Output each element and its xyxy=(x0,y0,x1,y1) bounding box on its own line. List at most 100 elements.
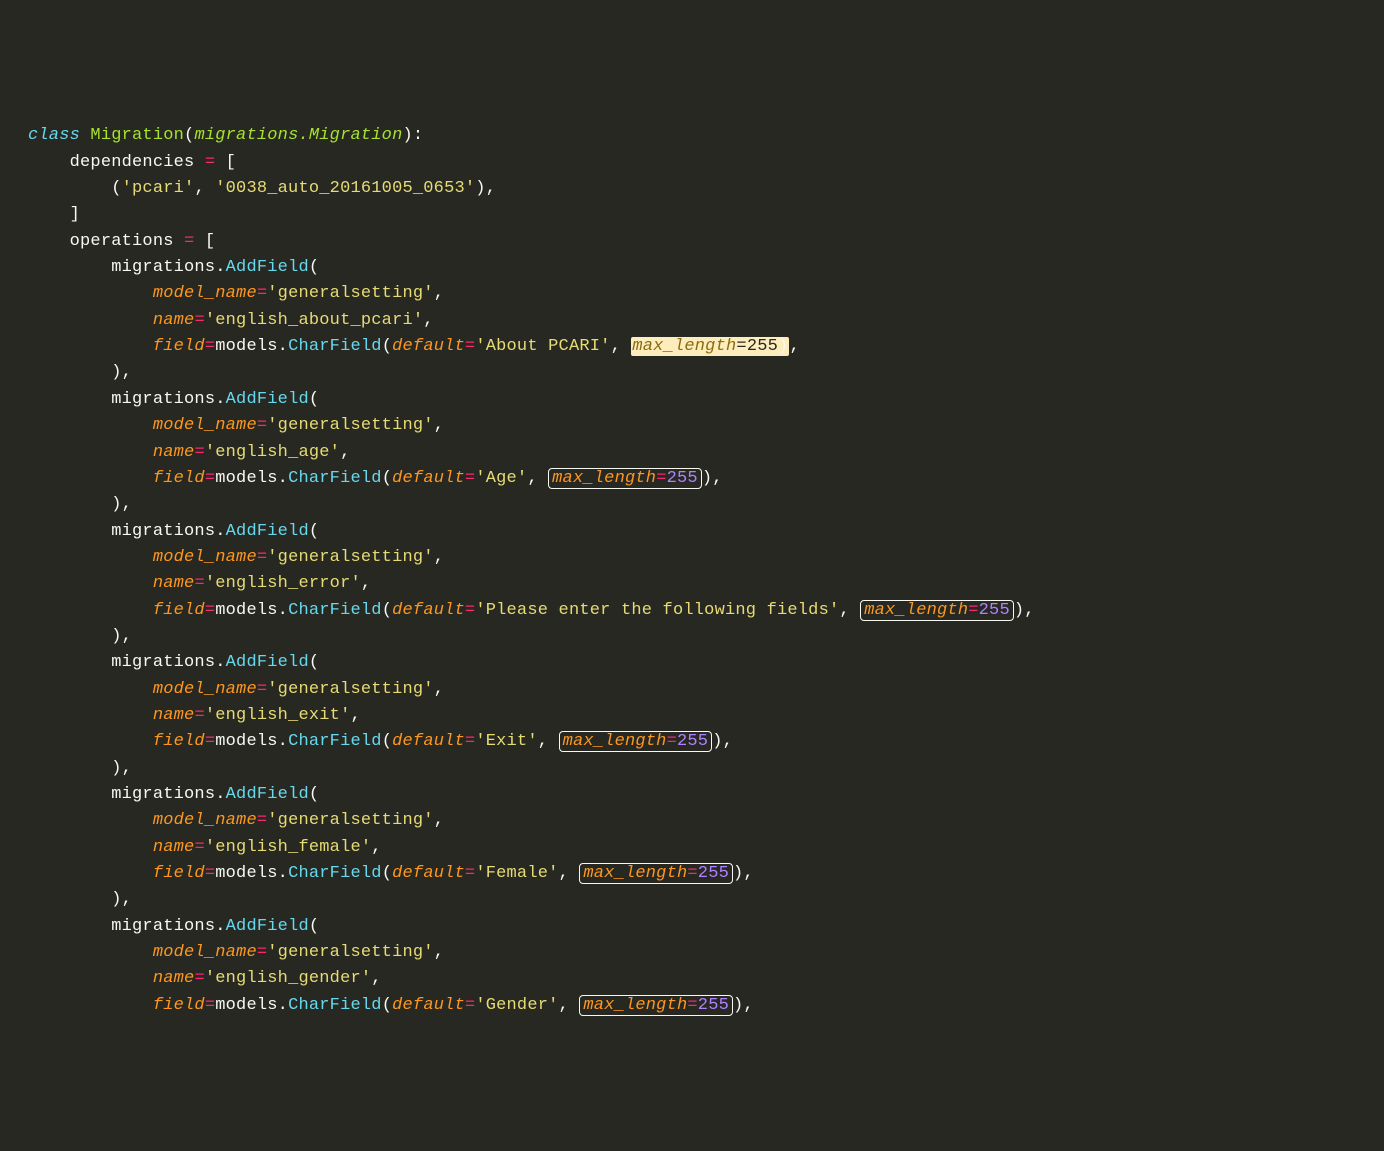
code-line: migrations.AddField( xyxy=(28,914,1384,940)
code-line: migrations.AddField( xyxy=(28,650,1384,676)
models-mod: models xyxy=(215,337,277,356)
code-line: field=models.CharField(default='Exit', m… xyxy=(28,729,1384,755)
code-line: migrations.AddField( xyxy=(28,782,1384,808)
kwarg-default: default xyxy=(392,996,465,1015)
kwarg-model-name: model_name xyxy=(153,284,257,303)
model-name-value: 'generalsetting' xyxy=(267,416,433,435)
field-name-value: 'english_gender' xyxy=(205,969,371,988)
base-class: migrations.Migration xyxy=(194,126,402,145)
code-line: model_name='generalsetting', xyxy=(28,413,1384,439)
code-line: field=models.CharField(default='Please e… xyxy=(28,598,1384,624)
keyword-class: class xyxy=(28,126,80,145)
code-line: model_name='generalsetting', xyxy=(28,281,1384,307)
code-line: name='english_exit', xyxy=(28,703,1384,729)
code-line: ), xyxy=(28,360,1384,386)
models-mod: models xyxy=(215,996,277,1015)
max-length-value: 255 xyxy=(667,469,698,488)
max-length-highlight: max_length=255 xyxy=(579,995,733,1016)
code-line: ), xyxy=(28,756,1384,782)
kwarg-max-length: max_length xyxy=(632,337,736,356)
code-line: ), xyxy=(28,492,1384,518)
addfield-call: AddField xyxy=(226,258,309,277)
kwarg-name: name xyxy=(153,706,195,725)
model-name-value: 'generalsetting' xyxy=(267,811,433,830)
kwarg-default: default xyxy=(392,864,465,883)
dependency-app: 'pcari' xyxy=(122,179,195,198)
max-length-highlight: max_length=255 xyxy=(579,863,733,884)
field-name-value: 'english_age' xyxy=(205,443,340,462)
models-mod: models xyxy=(215,469,277,488)
code-line: name='english_gender', xyxy=(28,966,1384,992)
kwarg-field: field xyxy=(153,996,205,1015)
field-name-value: 'english_exit' xyxy=(205,706,351,725)
code-line: ), xyxy=(28,887,1384,913)
addfield-call: AddField xyxy=(226,522,309,541)
kwarg-default: default xyxy=(392,337,465,356)
kwarg-name: name xyxy=(153,574,195,593)
code-line: name='english_age', xyxy=(28,440,1384,466)
field-name-value: 'english_female' xyxy=(205,838,371,857)
max-length-highlight: max_length=255 xyxy=(559,731,713,752)
kwarg-model-name: model_name xyxy=(153,943,257,962)
default-value: 'Female' xyxy=(475,864,558,883)
default-value: 'Age' xyxy=(475,469,527,488)
kwarg-model-name: model_name xyxy=(153,548,257,567)
migrations-mod: migrations xyxy=(111,653,215,672)
max-length-highlight: max_length=255) xyxy=(631,337,789,356)
kwarg-model-name: model_name xyxy=(153,680,257,699)
default-value: 'About PCARI' xyxy=(475,337,610,356)
model-name-value: 'generalsetting' xyxy=(267,284,433,303)
code-line: ] xyxy=(28,202,1384,228)
code-line: name='english_female', xyxy=(28,835,1384,861)
addfield-call: AddField xyxy=(226,390,309,409)
kwarg-name: name xyxy=(153,443,195,462)
code-line: migrations.AddField( xyxy=(28,255,1384,281)
code-line: model_name='generalsetting', xyxy=(28,677,1384,703)
kwarg-max-length: max_length xyxy=(583,864,687,883)
migrations-mod: migrations xyxy=(111,390,215,409)
kwarg-default: default xyxy=(392,601,465,620)
charfield-call: CharField xyxy=(288,864,382,883)
attr-operations: operations xyxy=(70,232,174,251)
migrations-mod: migrations xyxy=(111,785,215,804)
max-length-value: 255 xyxy=(979,601,1010,620)
charfield-call: CharField xyxy=(288,601,382,620)
charfield-call: CharField xyxy=(288,996,382,1015)
kwarg-max-length: max_length xyxy=(563,732,667,751)
field-name-value: 'english_error' xyxy=(205,574,361,593)
kwarg-max-length: max_length xyxy=(552,469,656,488)
kwarg-field: field xyxy=(153,469,205,488)
kwarg-default: default xyxy=(392,469,465,488)
code-line: model_name='generalsetting', xyxy=(28,940,1384,966)
max-length-value: 255 xyxy=(747,337,778,356)
max-length-value: 255 xyxy=(698,996,729,1015)
kwarg-model-name: model_name xyxy=(153,416,257,435)
kwarg-model-name: model_name xyxy=(153,811,257,830)
kwarg-default: default xyxy=(392,732,465,751)
addfield-call: AddField xyxy=(226,917,309,936)
code-line: ), xyxy=(28,624,1384,650)
dependency-name: '0038_auto_20161005_0653' xyxy=(215,179,475,198)
code-editor[interactable]: class Migration(migrations.Migration): d… xyxy=(28,123,1384,1019)
kwarg-max-length: max_length xyxy=(864,601,968,620)
code-line: migrations.AddField( xyxy=(28,387,1384,413)
kwarg-field: field xyxy=(153,732,205,751)
charfield-call: CharField xyxy=(288,732,382,751)
code-line: name='english_error', xyxy=(28,571,1384,597)
kwarg-max-length: max_length xyxy=(583,996,687,1015)
code-line: model_name='generalsetting', xyxy=(28,545,1384,571)
max-length-highlight: max_length=255 xyxy=(860,600,1014,621)
models-mod: models xyxy=(215,864,277,883)
kwarg-name: name xyxy=(153,311,195,330)
addfield-call: AddField xyxy=(226,653,309,672)
charfield-call: CharField xyxy=(288,469,382,488)
code-line: field=models.CharField(default='Female',… xyxy=(28,861,1384,887)
max-length-value: 255 xyxy=(677,732,708,751)
model-name-value: 'generalsetting' xyxy=(267,943,433,962)
code-line: migrations.AddField( xyxy=(28,519,1384,545)
default-value: 'Gender' xyxy=(475,996,558,1015)
migrations-mod: migrations xyxy=(111,917,215,936)
models-mod: models xyxy=(215,601,277,620)
max-length-highlight: max_length=255 xyxy=(548,468,702,489)
code-line: model_name='generalsetting', xyxy=(28,808,1384,834)
